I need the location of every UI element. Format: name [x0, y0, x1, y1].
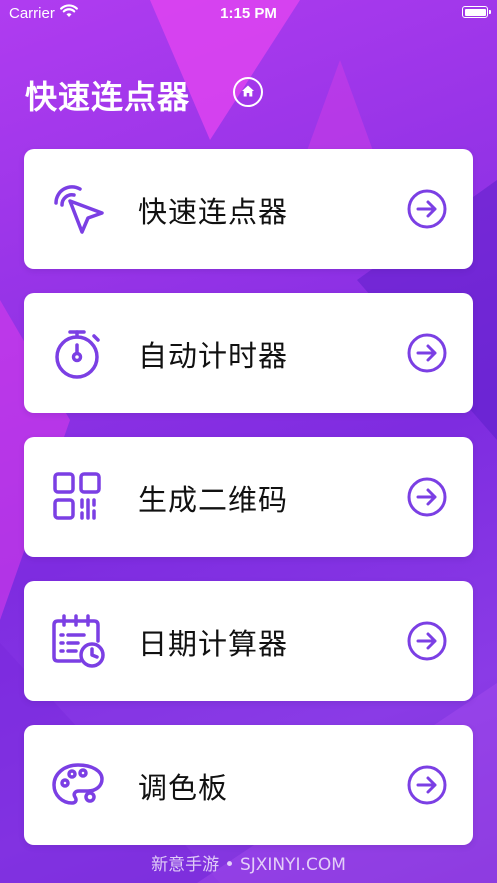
page-title: 快速连点器 — [25, 78, 191, 116]
calendar-clock-icon — [50, 613, 106, 669]
arrow-right-circle-icon[interactable] — [407, 765, 447, 805]
cursor-click-icon — [50, 181, 106, 237]
home-button[interactable] — [233, 77, 263, 107]
menu-label: 调色板 — [138, 771, 229, 805]
arrow-right-circle-icon[interactable] — [407, 621, 447, 661]
status-bar: Carrier 1:15 PM — [0, 0, 497, 26]
menu-label: 自动计时器 — [138, 339, 289, 373]
stopwatch-icon — [50, 325, 106, 381]
menu-card-auto-timer[interactable]: 自动计时器 — [24, 293, 473, 413]
menu-label: 日期计算器 — [138, 627, 289, 661]
arrow-right-circle-icon[interactable] — [407, 189, 447, 229]
qr-code-icon — [50, 469, 106, 525]
menu-label: 生成二维码 — [138, 483, 289, 517]
watermark: 新意手游 • SJXINYI.COM — [151, 855, 346, 875]
menu-card-quick-clicker[interactable]: 快速连点器 — [24, 149, 473, 269]
menu-card-palette[interactable]: 调色板 — [24, 725, 473, 845]
menu-label: 快速连点器 — [138, 195, 289, 229]
home-icon — [241, 83, 255, 102]
clock: 1:15 PM — [220, 5, 277, 22]
battery-icon — [462, 6, 491, 18]
palette-icon — [50, 757, 106, 813]
arrow-right-circle-icon[interactable] — [407, 333, 447, 373]
arrow-right-circle-icon[interactable] — [407, 477, 447, 517]
menu-card-date-calculator[interactable]: 日期计算器 — [24, 581, 473, 701]
menu-card-qr-generator[interactable]: 生成二维码 — [24, 437, 473, 557]
